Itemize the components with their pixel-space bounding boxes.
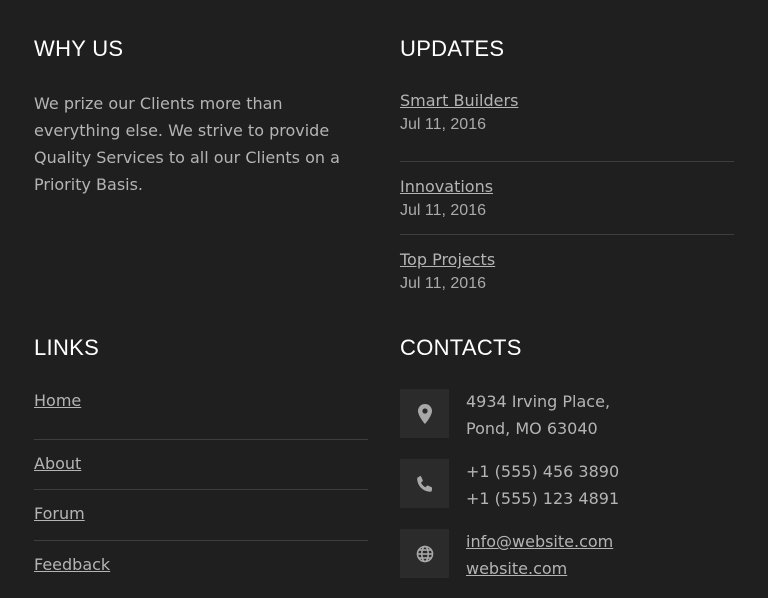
why-us-text: We prize our Clients more than everythin…: [34, 94, 340, 194]
update-date: Jul 11, 2016: [400, 202, 486, 219]
list-item: Forum: [34, 490, 368, 541]
address-line-1: 4934 Irving Place,: [466, 392, 611, 411]
list-item: Home: [34, 389, 368, 440]
map-pin-icon: [400, 389, 449, 438]
updates-section: UPDATES Smart Builders Jul 11, 2016 Inno…: [400, 36, 734, 308]
updates-list: Smart Builders Jul 11, 2016 Innovations …: [400, 89, 734, 308]
link-home[interactable]: Home: [34, 391, 81, 410]
link-forum[interactable]: Forum: [34, 504, 85, 523]
globe-icon: [400, 529, 449, 578]
contact-address-row: 4934 Irving Place, Pond, MO 63040: [400, 389, 734, 459]
update-item: Innovations Jul 11, 2016: [400, 162, 734, 235]
phone-2[interactable]: +1 (555) 123 4891: [466, 485, 619, 512]
update-date: Jul 11, 2016: [400, 275, 486, 292]
contact-phones: +1 (555) 456 3890 +1 (555) 123 4891: [466, 458, 619, 529]
link-feedback[interactable]: Feedback: [34, 555, 110, 574]
contact-phone-row: +1 (555) 456 3890 +1 (555) 123 4891: [400, 459, 734, 529]
why-us-section: WHY US We prize our Clients more than ev…: [34, 36, 368, 198]
contacts-list: 4934 Irving Place, Pond, MO 63040 +1 (55…: [400, 389, 734, 598]
update-link-innovations[interactable]: Innovations: [400, 177, 493, 196]
links-section: LINKS Home About Forum Feedback: [34, 335, 368, 591]
email-link[interactable]: info@website.com: [466, 532, 613, 551]
update-date: Jul 11, 2016: [400, 116, 486, 133]
address-line-2: Pond, MO 63040: [466, 419, 598, 438]
why-us-heading: WHY US: [34, 36, 124, 61]
links-list: Home About Forum Feedback: [34, 389, 368, 591]
links-heading: LINKS: [34, 335, 100, 360]
list-item: Feedback: [34, 541, 368, 592]
update-item: Smart Builders Jul 11, 2016: [400, 89, 734, 162]
link-about[interactable]: About: [34, 454, 81, 473]
updates-heading: UPDATES: [400, 36, 505, 61]
contact-web-row: info@website.com website.com: [400, 529, 734, 598]
contact-web: info@website.com website.com: [466, 528, 613, 598]
phone-1[interactable]: +1 (555) 456 3890: [466, 458, 619, 485]
update-link-smart-builders[interactable]: Smart Builders: [400, 91, 518, 110]
contact-address: 4934 Irving Place, Pond, MO 63040: [466, 388, 610, 459]
contacts-section: CONTACTS 4934 Irving Place, Pond, MO 630…: [400, 335, 734, 598]
website-link[interactable]: website.com: [466, 559, 567, 578]
update-link-top-projects[interactable]: Top Projects: [400, 250, 495, 269]
update-item: Top Projects Jul 11, 2016: [400, 235, 734, 308]
phone-icon: [400, 459, 449, 508]
list-item: About: [34, 440, 368, 490]
contacts-heading: CONTACTS: [400, 335, 522, 360]
